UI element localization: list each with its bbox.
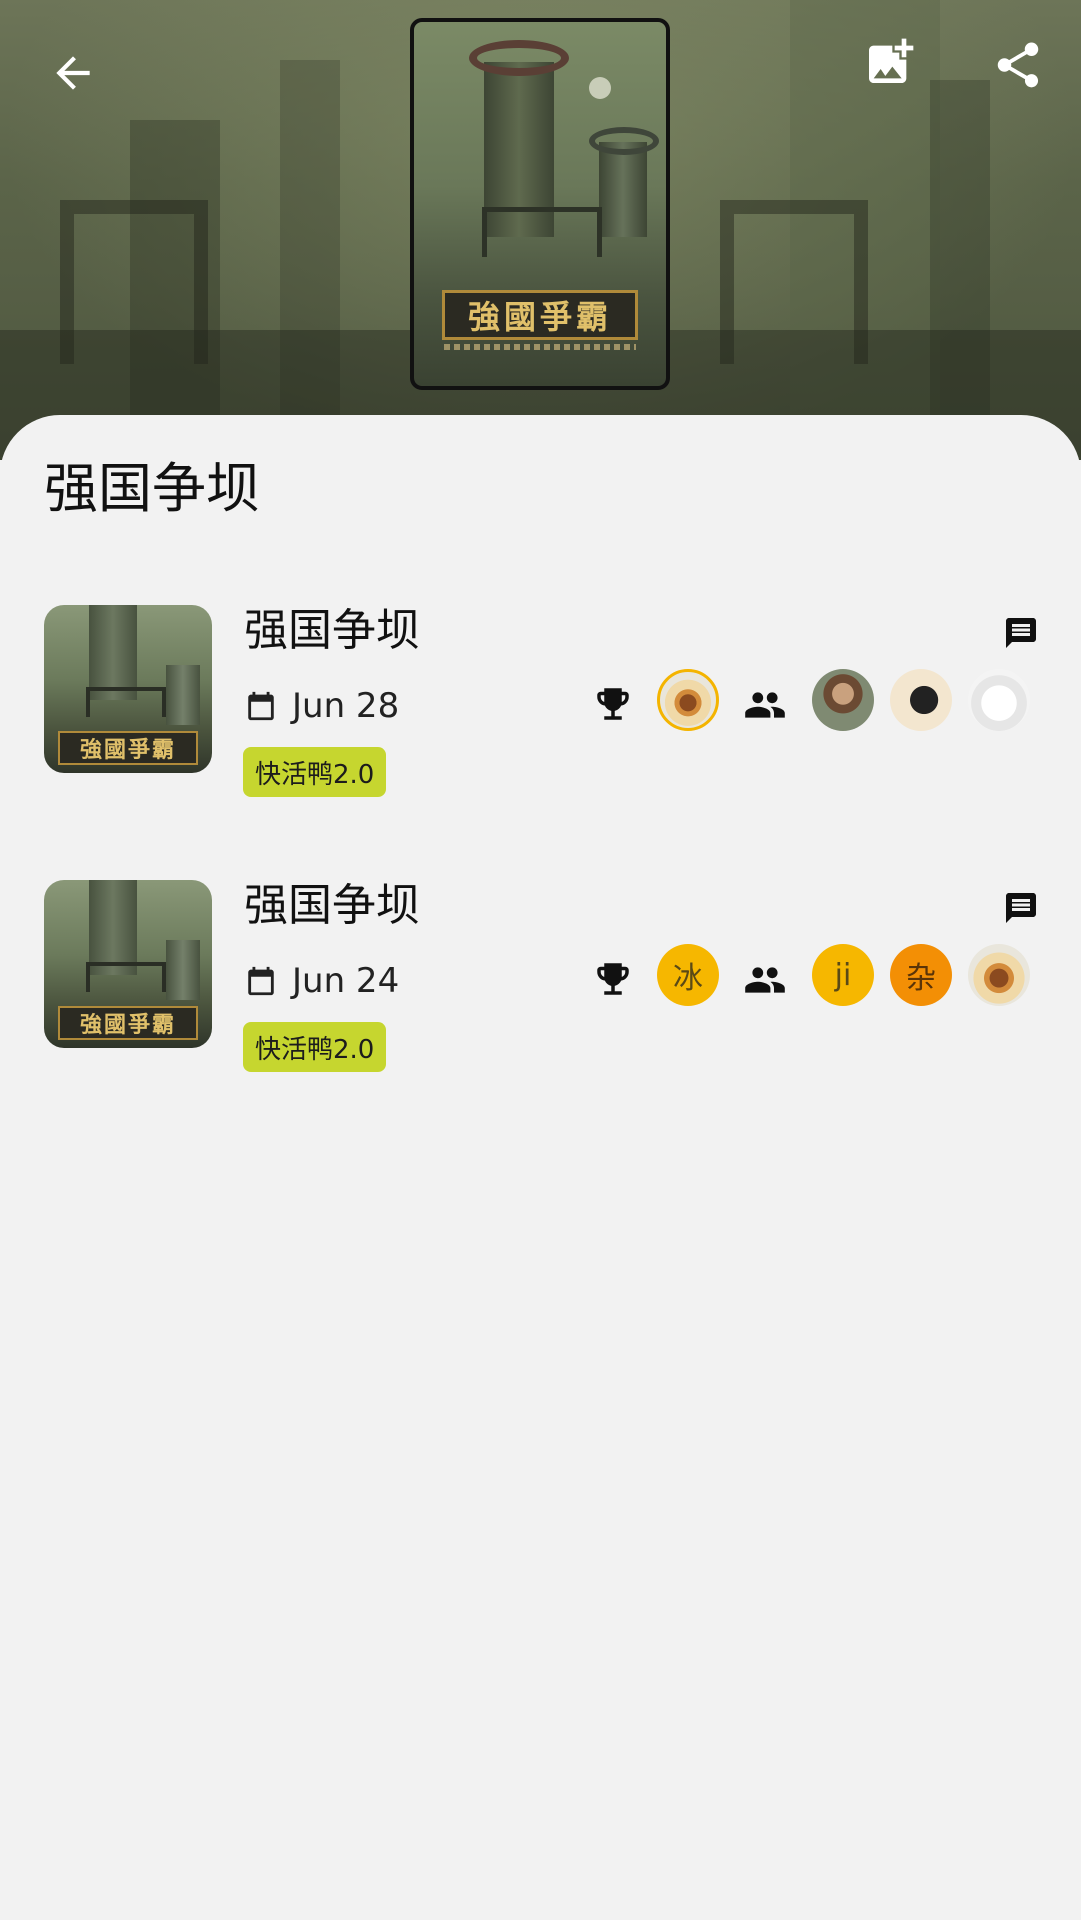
page-title: 强国争坝 [44, 457, 260, 520]
cover-ring [589, 127, 659, 155]
cover-subtitle-decoration [444, 344, 636, 350]
calendar-icon [248, 966, 274, 996]
calendar-icon [248, 691, 274, 721]
content-sheet: 强国争坝 強國爭霸 强国争坝 Jun 28 快活鸭2.0 強國爭霸 强国争坝 J… [0, 415, 1081, 1920]
winner-avatar-burger[interactable] [657, 669, 719, 731]
session-thumbnail: 強國爭霸 [44, 880, 212, 1048]
arrow-back-icon [56, 56, 90, 90]
thumbnail-gate [86, 962, 166, 992]
player-avatar-initial[interactable]: ji [812, 944, 874, 1006]
thumbnail-gate [86, 687, 166, 717]
session-date-text: Jun 28 [292, 686, 400, 726]
cover-moon [589, 77, 611, 99]
comment-icon[interactable] [1003, 615, 1039, 651]
thumbnail-logo: 強國爭霸 [58, 1006, 198, 1040]
add-image-button[interactable] [850, 22, 930, 102]
share-button[interactable] [975, 22, 1061, 108]
player-avatar-bull[interactable] [890, 669, 952, 731]
session-date-text: Jun 24 [292, 961, 400, 1001]
back-button[interactable] [30, 30, 116, 116]
player-avatar-cat[interactable] [968, 669, 1030, 731]
cover-gate [482, 207, 602, 257]
thumbnail-logo: 強國爭霸 [58, 731, 198, 765]
comment-icon[interactable] [1003, 890, 1039, 926]
group-tag[interactable]: 快活鸭2.0 [243, 1022, 387, 1072]
session-date: Jun 28 [244, 683, 399, 729]
people-icon [745, 967, 785, 993]
session-title: 强国争坝 [244, 880, 420, 931]
cover-ring [469, 40, 569, 76]
session-thumbnail: 強國爭霸 [44, 605, 212, 773]
session-date: Jun 24 [244, 958, 399, 1004]
session-row[interactable]: 強國爭霸 强国争坝 Jun 28 快活鸭2.0 [0, 605, 1081, 835]
winner-avatar-initial[interactable]: 冰 [657, 944, 719, 1006]
trophy-icon [597, 688, 629, 720]
cover-logo: 強國爭霸 [442, 290, 638, 340]
game-detail-screen: 強國爭霸 强国争坝 強國爭霸 强国争坝 Jun 28 快活鸭2.0 強國爭霸 强… [0, 0, 1081, 1920]
player-avatar-burger[interactable] [968, 944, 1030, 1006]
player-avatar-man[interactable] [812, 669, 874, 731]
thumbnail-tower [166, 940, 200, 1000]
thumbnail-tower [89, 880, 137, 975]
game-cover-image[interactable]: 強國爭霸 [410, 18, 670, 390]
thumbnail-tower [89, 605, 137, 700]
player-avatar-initial[interactable]: 杂 [890, 944, 952, 1006]
trophy-icon [597, 963, 629, 995]
session-row[interactable]: 強國爭霸 强国争坝 Jun 24 快活鸭2.0 冰 ji 杂 [0, 880, 1081, 1110]
people-icon [745, 692, 785, 718]
group-tag[interactable]: 快活鸭2.0 [243, 747, 387, 797]
cover-tower [599, 142, 647, 237]
session-title: 强国争坝 [244, 605, 420, 656]
add-photo-icon [869, 38, 914, 83]
share-icon [997, 42, 1039, 88]
thumbnail-tower [166, 665, 200, 725]
